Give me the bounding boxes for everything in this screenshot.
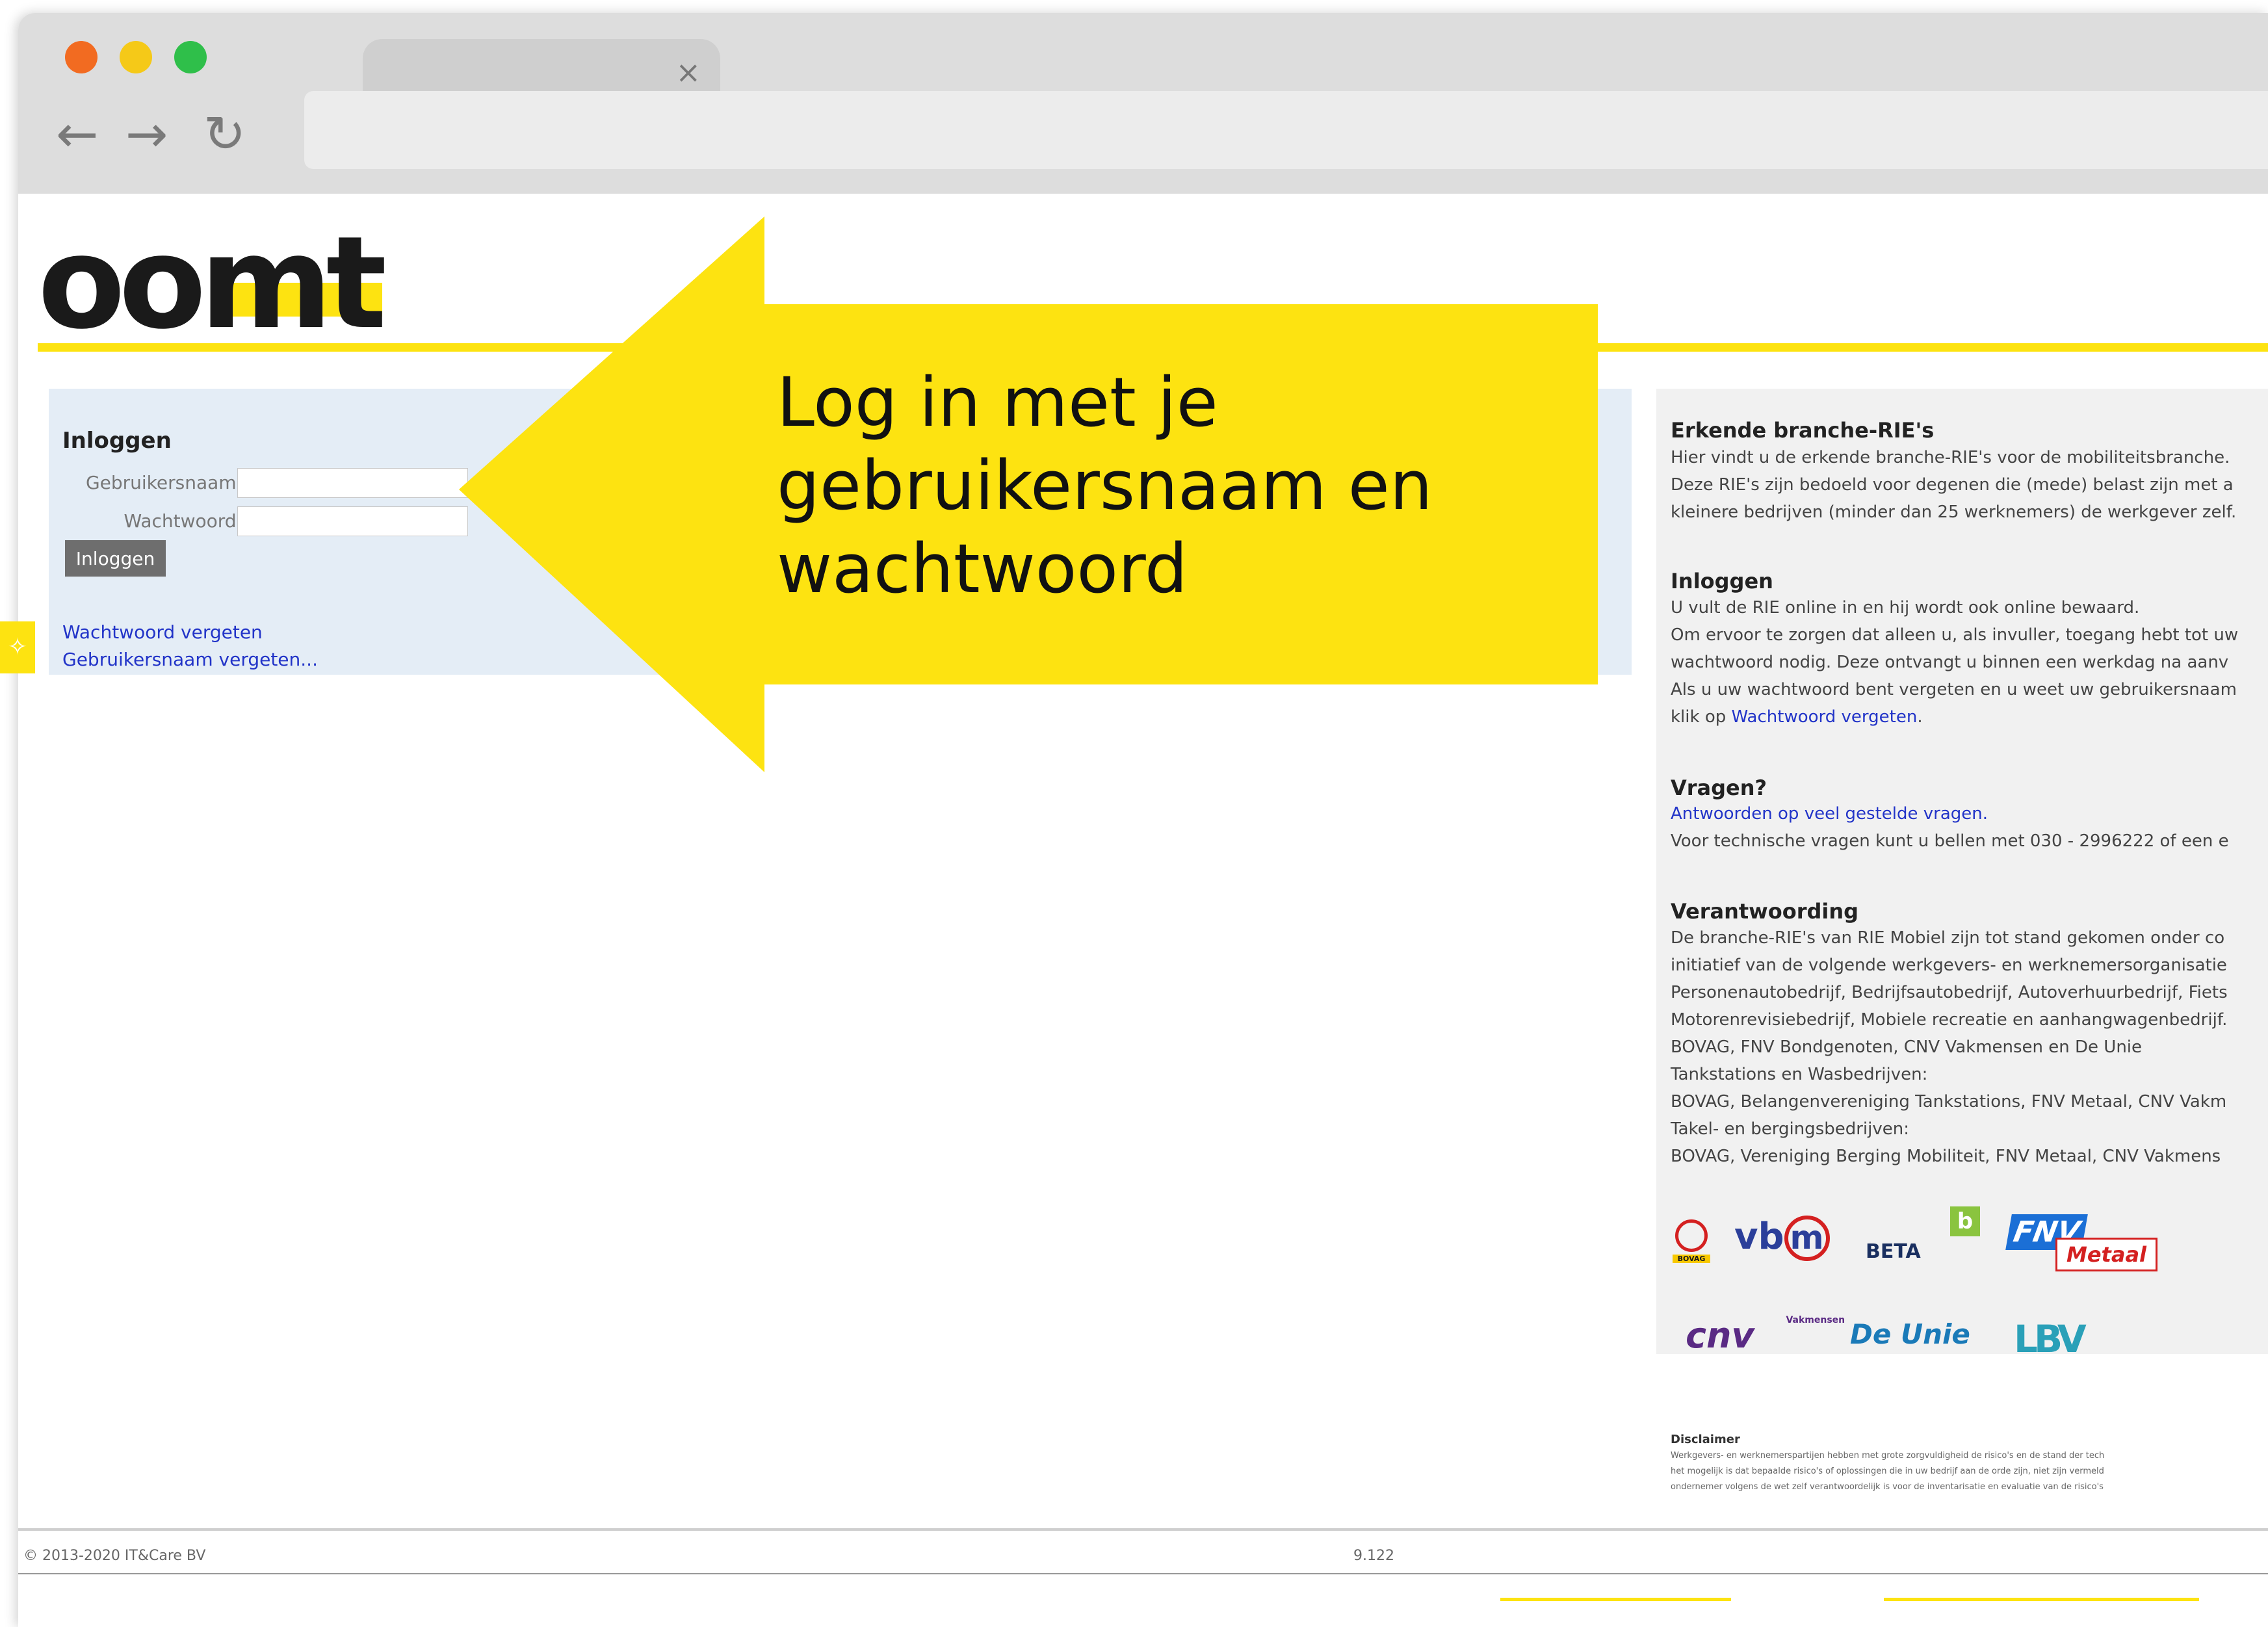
username-input[interactable] <box>237 468 468 498</box>
info-text: U vult de RIE online in en hij wordt ook… <box>1671 598 2140 618</box>
info-text: klik op Wachtwoord vergeten. <box>1671 703 1923 731</box>
section-title-inloggen: Inloggen <box>1671 569 1773 593</box>
info-text: Voor technische vragen kunt u bellen met… <box>1671 831 2229 851</box>
info-text: Takel- en bergingsbedrijven: <box>1671 1119 1909 1139</box>
section-title-verantwoording: Verantwoording <box>1671 899 1859 924</box>
info-text: wachtwoord nodig. Deze ontvangt u binnen… <box>1671 653 2229 672</box>
bovag-logo: BOVAG <box>1673 1219 1710 1271</box>
info-text: initiatief van de volgende werkgevers- e… <box>1671 956 2227 975</box>
section-title-vragen: Vragen? <box>1671 775 1767 800</box>
close-window-dot[interactable] <box>65 41 98 73</box>
version-text: 9.122 <box>1353 1548 1394 1564</box>
disclaimer-line: Werkgevers- en werknemerspartijen hebben… <box>1671 1451 2105 1461</box>
info-text: BOVAG, Vereniging Berging Mobiliteit, FN… <box>1671 1147 2221 1166</box>
maximize-window-dot[interactable] <box>174 41 207 73</box>
browser-chrome: × ← → ↻ <box>18 13 2268 194</box>
callout-text: Log in met je gebruikersnaam en wachtwoo… <box>777 361 1557 610</box>
callout-line: wachtwoord <box>777 529 1188 608</box>
back-arrow-icon[interactable]: ← <box>56 109 98 160</box>
info-text: Personenautobedrijf, Bedrijfsautobedrijf… <box>1671 983 2228 1002</box>
login-button[interactable]: Inloggen <box>65 540 166 577</box>
faq-link[interactable]: Antwoorden op veel gestelde vragen. <box>1671 804 1988 824</box>
callout-line: Log in met je <box>777 363 1218 442</box>
footer-divider-bottom <box>18 1573 2268 1574</box>
section-title-erkende: Erkende branche-RIE's <box>1671 418 1935 443</box>
info-text: Deze RIE's zijn bedoeld voor degenen die… <box>1671 475 2234 495</box>
lbv-logo: LBV <box>2014 1317 2087 1361</box>
vbm-logo: vb m <box>1734 1216 1830 1261</box>
disclaimer-line: het mogelijk is dat bepaalde risico's of… <box>1671 1466 2104 1476</box>
cnv-logo: cnv Vakmensen <box>1686 1315 1845 1356</box>
disclaimer-text: Werkgevers- en werknemerspartijen hebben… <box>1671 1448 2104 1495</box>
address-bar[interactable] <box>304 91 2268 169</box>
login-title: Inloggen <box>62 428 172 454</box>
info-text-prefix: klik op <box>1671 707 1732 727</box>
forgot-username-link[interactable]: Gebruikersnaam vergeten... <box>62 649 318 670</box>
copyright-text: © 2013-2020 IT&Care BV <box>23 1548 206 1564</box>
close-icon[interactable]: × <box>675 57 701 87</box>
fnv-metaal-logo: FNV Metaal <box>2005 1214 2157 1271</box>
info-text: Tankstations en Wasbedrijven: <box>1671 1065 1928 1084</box>
footer-accent <box>1884 1598 2199 1601</box>
info-text: Als u uw wachtwoord bent vergeten en u w… <box>1671 680 2237 699</box>
forgot-password-link[interactable]: Wachtwoord vergeten <box>62 621 263 643</box>
reload-icon[interactable]: ↻ <box>203 109 246 160</box>
info-text: BOVAG, FNV Bondgenoten, CNV Vakmensen en… <box>1671 1037 2143 1057</box>
forward-arrow-icon[interactable]: → <box>125 109 168 160</box>
info-text: Motorenrevisiebedrijf, Mobiele recreatie… <box>1671 1010 2228 1030</box>
password-label: Wachtwoord: <box>124 510 242 532</box>
info-text: De branche-RIE's van RIE Mobiel zijn tot… <box>1671 928 2225 948</box>
oomt-logo: oomt <box>38 209 387 358</box>
forgot-password-inline-link[interactable]: Wachtwoord vergeten <box>1732 707 1918 727</box>
info-text: Om ervoor te zorgen dat alleen u, als in… <box>1671 625 2239 645</box>
footer-divider <box>18 1528 2268 1531</box>
beta-logo: BETA b <box>1866 1206 1980 1263</box>
info-text: kleinere bedrijven (minder dan 25 werkne… <box>1671 502 2237 522</box>
info-text-suffix: . <box>1917 707 1923 727</box>
footer-accent <box>1500 1598 1731 1601</box>
password-input[interactable] <box>237 506 468 536</box>
info-text: Hier vindt u de erkende branche-RIE's vo… <box>1671 448 2230 467</box>
accessibility-tab-icon[interactable]: ✧ <box>0 621 35 673</box>
username-label: Gebruikersnaam: <box>85 472 242 493</box>
minimize-window-dot[interactable] <box>120 41 152 73</box>
disclaimer-title: Disclaimer <box>1671 1433 1740 1446</box>
de-unie-logo: De Unie <box>1850 1318 1970 1350</box>
callout-line: gebruikersnaam en <box>777 446 1433 525</box>
disclaimer-line: ondernemer volgens de wet zelf verantwoo… <box>1671 1482 2104 1492</box>
faq-text: Antwoorden op veel gestelde vragen. <box>1671 800 1988 827</box>
info-text: BOVAG, Belangenvereniging Tankstations, … <box>1671 1092 2227 1112</box>
